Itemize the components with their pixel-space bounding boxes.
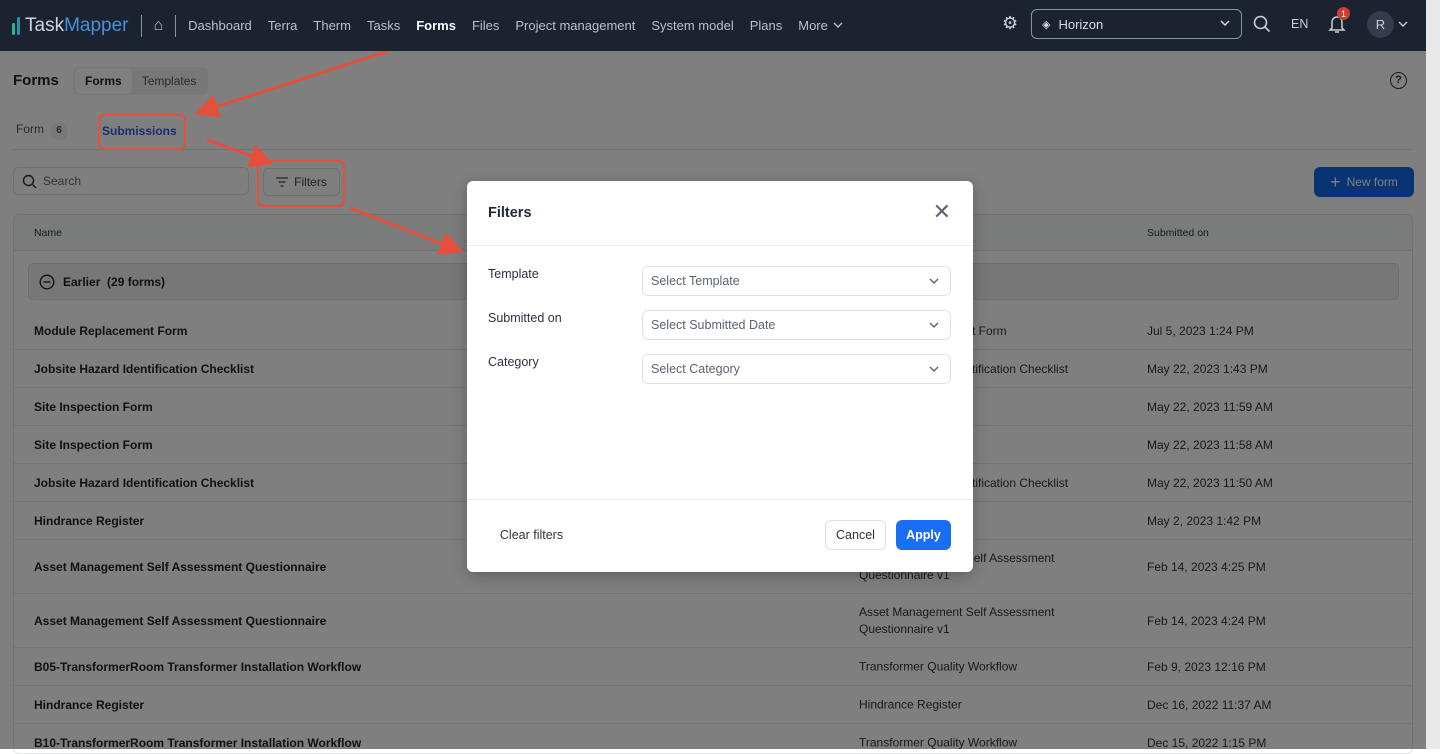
layers-icon: ◈: [1042, 18, 1051, 31]
nav-item-files[interactable]: Files: [472, 18, 499, 33]
notification-badge: 1: [1337, 7, 1350, 20]
nav-item-forms[interactable]: Forms: [416, 18, 456, 33]
field-label: Submitted on: [488, 311, 562, 325]
close-icon[interactable]: ✕: [933, 201, 951, 223]
chevron-down-icon[interactable]: [1397, 18, 1409, 30]
avatar[interactable]: R: [1367, 11, 1394, 38]
cancel-button[interactable]: Cancel: [825, 520, 886, 550]
nav-item-more[interactable]: More: [798, 18, 828, 33]
chevron-down-icon: [929, 366, 939, 372]
chevron-down-icon: [1220, 20, 1230, 26]
divider: [467, 499, 973, 500]
nav-item-terra[interactable]: Terra: [268, 18, 298, 33]
chevron-down-icon: [929, 322, 939, 328]
top-nav: Task Mapper ⌂ Dashboard Terra Therm Tasks For…: [0, 0, 1426, 51]
chevron-down-icon: [929, 278, 939, 284]
divider: [140, 14, 142, 37]
nav-item-tasks[interactable]: Tasks: [367, 18, 400, 33]
scrollbar-track[interactable]: [1426, 0, 1440, 749]
filters-modal: Filters ✕ Template Select Template Submit…: [467, 181, 973, 572]
field-label: Template: [488, 267, 539, 281]
logo-icon: [12, 16, 20, 35]
search-icon[interactable]: [1253, 15, 1271, 33]
nav-item-project-management[interactable]: Project management: [515, 18, 635, 33]
annotation-box-filters: [257, 160, 345, 207]
clear-filters-button[interactable]: Clear filters: [489, 520, 574, 550]
nav-item-plans[interactable]: Plans: [750, 18, 783, 33]
submitted-on-select[interactable]: Select Submitted Date: [642, 310, 951, 340]
modal-title: Filters: [488, 205, 532, 221]
nav-item-system-model[interactable]: System model: [651, 18, 733, 33]
modal-header: Filters ✕: [467, 181, 973, 246]
divider: [175, 14, 177, 37]
apply-button[interactable]: Apply: [896, 520, 951, 550]
annotation-box-submissions: [98, 114, 186, 150]
gear-icon[interactable]: ⚙: [1002, 13, 1018, 34]
template-select[interactable]: Select Template: [642, 266, 951, 296]
field-label: Category: [488, 355, 539, 369]
home-icon[interactable]: ⌂: [154, 17, 164, 35]
logo[interactable]: Task Mapper: [12, 15, 129, 37]
nav-item-therm[interactable]: Therm: [313, 18, 351, 33]
nav-item-dashboard[interactable]: Dashboard: [188, 18, 252, 33]
language-selector[interactable]: EN: [1291, 17, 1308, 31]
category-select[interactable]: Select Category: [642, 354, 951, 384]
chevron-down-icon: [832, 17, 844, 35]
project-selector[interactable]: ◈ Horizon: [1031, 9, 1242, 39]
